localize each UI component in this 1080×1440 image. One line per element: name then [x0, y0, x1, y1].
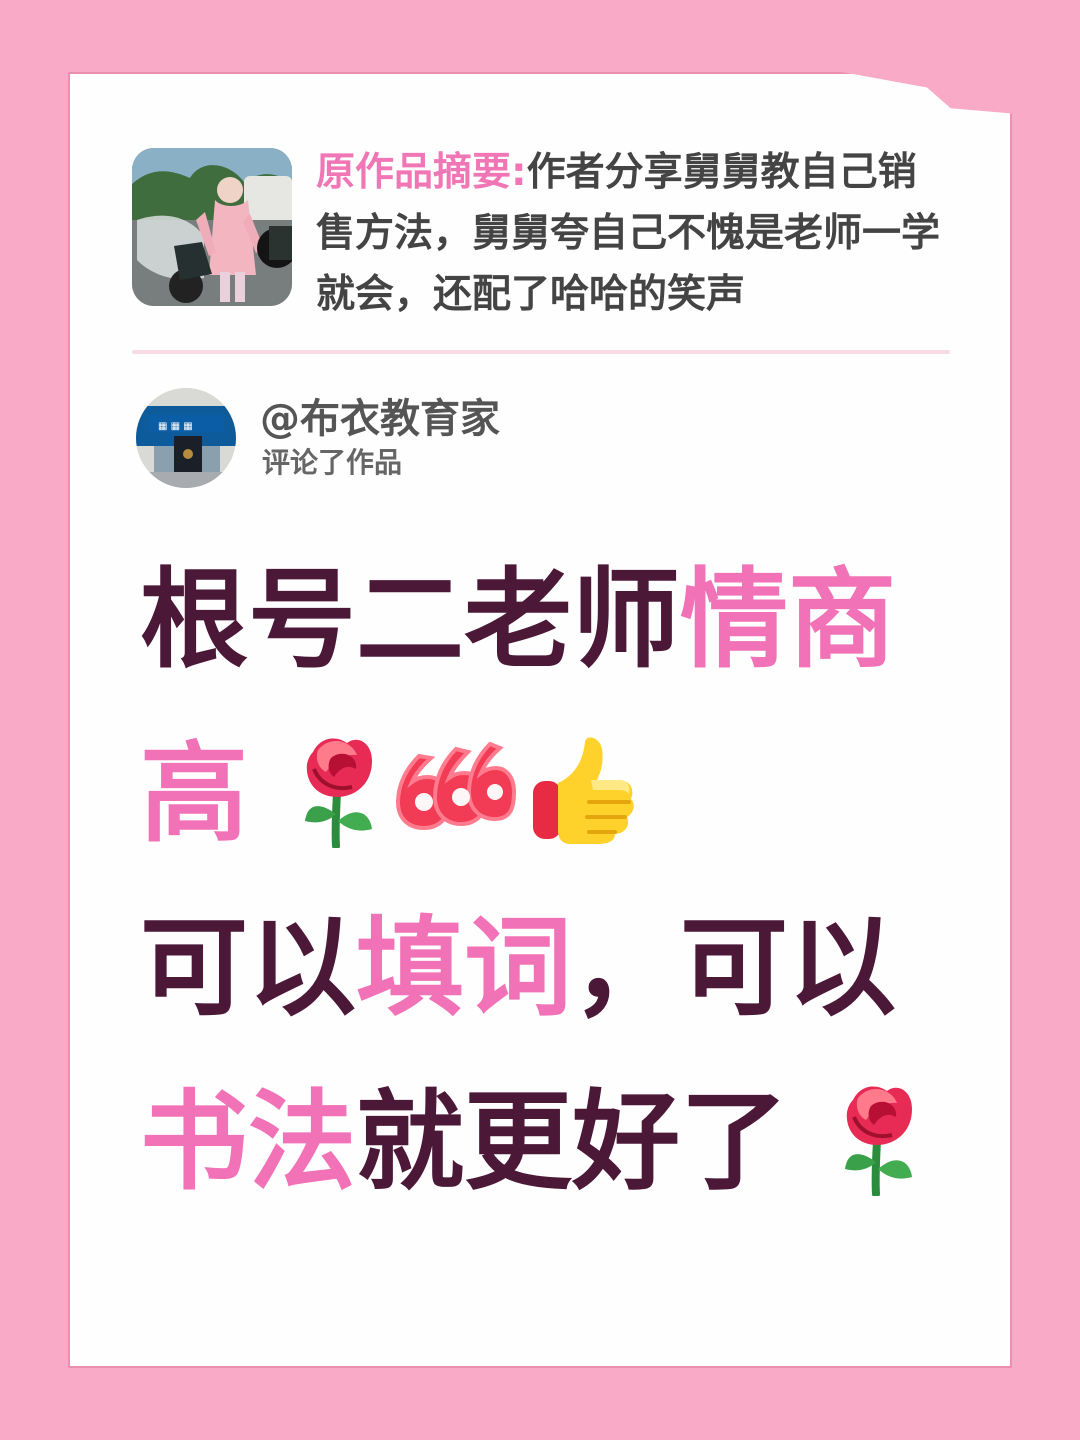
comment-text-dark: 就更好了	[356, 1080, 789, 1205]
comment-text-dark: ，可以	[572, 906, 897, 1031]
author-action: 评论了作品	[262, 446, 403, 479]
comment-line-3: 可以填词，可以	[140, 882, 960, 1056]
original-video-thumbnail[interactable]	[132, 148, 292, 306]
svg-text:▦ ▦ ▦: ▦ ▦ ▦	[158, 421, 193, 432]
summary-label: 原作品摘要:	[316, 150, 527, 195]
original-summary: 原作品摘要:作者分享舅舅教自己销售方法，舅舅夸自己不愧是老师一学就会，还配了哈哈…	[132, 144, 958, 317]
section-divider	[132, 350, 950, 354]
comment-line-2: 高	[140, 708, 960, 882]
comment-line-4: 书法就更好了	[140, 1056, 960, 1230]
thumbnail-scene-image	[132, 148, 292, 306]
comment-text-highlight: 填词	[356, 906, 573, 1031]
author-avatar[interactable]: ▦ ▦ ▦	[136, 388, 236, 488]
comment-text-dark: 根号二老师	[140, 558, 681, 683]
author-name[interactable]: @布衣教育家	[260, 396, 500, 442]
comment-text-dark: 可以	[140, 906, 357, 1031]
summary-text: 原作品摘要:作者分享舅舅教自己销售方法，舅舅夸自己不愧是老师一学就会，还配了哈哈…	[316, 142, 948, 325]
comment-text-highlight: 高	[140, 732, 249, 857]
comment-text-highlight: 情商	[680, 558, 897, 683]
comment-author: ▦ ▦ ▦ @布衣教育家 评论了作品	[136, 388, 556, 488]
comment-line-1: 根号二老师情商	[140, 534, 960, 708]
rose-icon	[844, 1086, 912, 1197]
avatar-stage-image: ▦ ▦ ▦	[136, 388, 236, 488]
six-six-six-icon	[395, 741, 516, 831]
rose-icon	[304, 738, 372, 849]
comment-body: 根号二老师情商 高 可以填词，可以 书法就更好了	[140, 534, 960, 1230]
comment-text-highlight: 书法	[140, 1080, 357, 1205]
thumbs-up-icon	[532, 737, 634, 845]
page: 原作品摘要:作者分享舅舅教自己销售方法，舅舅夸自己不愧是老师一学就会，还配了哈哈…	[0, 0, 1080, 1440]
